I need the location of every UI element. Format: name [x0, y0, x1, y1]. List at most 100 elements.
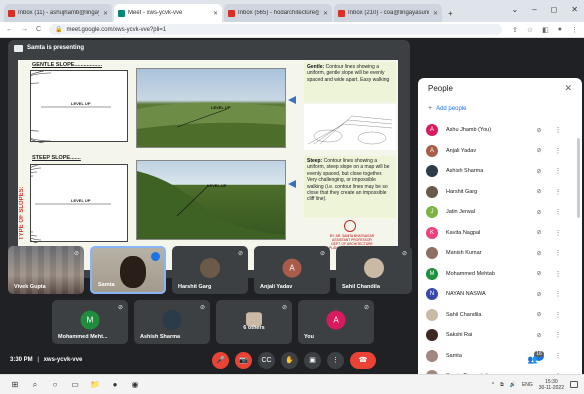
- participant-list-item[interactable]: Sahil Chandila ⊘ ⋮: [426, 306, 574, 324]
- participant-name: Sahil Chandila: [446, 311, 482, 318]
- browser-tab[interactable]: Meet - xws-ycvk-vve ✕: [114, 4, 222, 22]
- more-options-icon[interactable]: ⋮: [552, 270, 564, 278]
- participant-avatar: M: [426, 267, 438, 280]
- participant-tile[interactable]: Samta: [90, 246, 166, 294]
- participant-tile[interactable]: M ⊘ Mohammed Meht...: [52, 300, 128, 344]
- present-button[interactable]: ▣: [304, 351, 321, 369]
- participant-tile[interactable]: A ⊘ Anjali Yadav: [254, 246, 330, 294]
- participant-tile[interactable]: ⊘ Sahil Chandila: [336, 246, 412, 294]
- people-icon[interactable]: 👥 16: [528, 350, 544, 366]
- people-scrollbar[interactable]: [577, 138, 580, 218]
- add-people-button[interactable]: + Add people: [428, 105, 466, 112]
- tray-expand-icon[interactable]: ^: [492, 382, 494, 388]
- muted-mic-icon[interactable]: ⊘: [532, 332, 546, 339]
- camera-button[interactable]: 📷: [235, 351, 252, 369]
- participant-tile[interactable]: ⊘ Harshit Garg: [172, 246, 248, 294]
- close-window-icon[interactable]: ✕: [571, 5, 578, 14]
- more-options-icon[interactable]: ⋮: [552, 208, 564, 216]
- minimize-icon[interactable]: –: [532, 5, 536, 14]
- muted-mic-icon[interactable]: ⊘: [532, 188, 546, 195]
- search-icon[interactable]: ⌕: [30, 380, 40, 390]
- muted-mic-icon[interactable]: ⊘: [532, 209, 546, 216]
- back-icon[interactable]: ←: [6, 26, 13, 33]
- participant-list-item[interactable]: Ashish Sharma ⊘ ⋮: [426, 162, 574, 180]
- participant-list-item[interactable]: A Ashu Jhamb (You) ⊘ ⋮: [426, 121, 574, 139]
- participant-tile[interactable]: A ⊘ You: [298, 300, 374, 344]
- more-options-icon[interactable]: ⋮: [552, 229, 564, 237]
- leave-call-button[interactable]: ☎: [350, 351, 376, 369]
- profile-icon[interactable]: ●: [558, 26, 562, 34]
- language-indicator[interactable]: ENG: [522, 382, 533, 388]
- menu-icon[interactable]: ⋮: [571, 26, 578, 34]
- muted-mic-icon[interactable]: ⊘: [532, 291, 546, 298]
- participant-avatar: K: [426, 226, 438, 239]
- gentle-3d-sketch: [304, 104, 396, 150]
- more-options-icon[interactable]: ⋮: [552, 126, 564, 134]
- participant-list-item[interactable]: M Mohammed Mehtab ⊘ ⋮: [426, 265, 574, 283]
- share-icon[interactable]: ⇪: [512, 26, 518, 34]
- chat-icon[interactable]: ☷: [550, 355, 557, 366]
- start-icon[interactable]: ⊞: [10, 380, 20, 390]
- muted-mic-icon: ⊘: [319, 251, 325, 257]
- reload-icon[interactable]: C: [36, 26, 41, 33]
- activities-icon[interactable]: ⬡: [569, 355, 576, 366]
- tab-close-icon[interactable]: ✕: [433, 10, 438, 17]
- bookmark-star-icon[interactable]: ☆: [527, 26, 533, 34]
- more-options-icon[interactable]: ⋮: [552, 331, 564, 339]
- more-options-icon[interactable]: ⋮: [552, 290, 564, 298]
- volume-icon[interactable]: 🔊: [510, 382, 516, 388]
- muted-mic-icon[interactable]: ⊘: [532, 127, 546, 134]
- browser-tab[interactable]: Inbox (210) - coa@lingayasuniv ✕: [334, 4, 442, 22]
- taskbar-icons: ⊞ ⌕ ○ ▭ 📁 ● ◉: [0, 380, 140, 390]
- tab-close-icon[interactable]: ✕: [213, 10, 218, 17]
- add-people-label: Add people: [436, 105, 467, 112]
- muted-mic-icon[interactable]: ⊘: [532, 168, 546, 175]
- more-options-icon[interactable]: ⋮: [552, 311, 564, 319]
- captions-button[interactable]: CC: [258, 351, 275, 369]
- participant-list-item[interactable]: J Jatin Jerwal ⊘ ⋮: [426, 203, 574, 221]
- extensions-icon[interactable]: ◧: [542, 26, 549, 34]
- participant-tile[interactable]: ⊘ Ashish Sharma: [134, 300, 210, 344]
- more-options-icon[interactable]: ⋮: [552, 188, 564, 196]
- tab-close-icon[interactable]: ✕: [323, 10, 328, 17]
- cortana-icon[interactable]: ○: [50, 380, 60, 390]
- tab-search-icon[interactable]: ⌄: [512, 5, 519, 14]
- participant-list-item[interactable]: K Kavita Nagpal ⊘ ⋮: [426, 224, 574, 242]
- task-view-icon[interactable]: ▭: [70, 380, 80, 390]
- chrome-icon[interactable]: ●: [110, 380, 120, 390]
- maximize-icon[interactable]: ◻: [551, 5, 558, 14]
- muted-mic-icon[interactable]: ⊘: [532, 311, 546, 318]
- close-icon[interactable]: ✕: [564, 83, 572, 94]
- participant-list-item[interactable]: Manish Kumar ⊘ ⋮: [426, 244, 574, 262]
- participant-list-item[interactable]: A Anjali Yadav ⊘ ⋮: [426, 142, 574, 160]
- participant-tile[interactable]: ⊘ 6 others: [216, 300, 292, 344]
- microphone-button[interactable]: 🎤: [212, 351, 229, 369]
- raise-hand-button[interactable]: ✋: [281, 351, 298, 369]
- app-icon[interactable]: ◉: [130, 380, 140, 390]
- taskbar-clock[interactable]: 15:30 30-11-2022: [539, 379, 564, 391]
- forward-icon[interactable]: →: [21, 26, 28, 33]
- more-options-icon[interactable]: ⋮: [552, 249, 564, 257]
- more-options-button[interactable]: ⋮: [327, 351, 344, 369]
- browser-tab[interactable]: Inbox (565) - hodarchitecture@ ✕: [224, 4, 332, 22]
- more-options-icon[interactable]: ⋮: [552, 147, 564, 155]
- participant-list-item[interactable]: N NAYAN NASWA ⊘ ⋮: [426, 285, 574, 303]
- muted-mic-icon[interactable]: ⊘: [532, 270, 546, 277]
- more-options-icon[interactable]: ⋮: [552, 167, 564, 175]
- muted-mic-icon[interactable]: ⊘: [532, 147, 546, 154]
- browser-tab[interactable]: Inbox (11) - ashujhamb@lingayas ✕: [4, 4, 112, 22]
- participant-tile[interactable]: ⊘ Vivek Gupta: [8, 246, 84, 294]
- file-explorer-icon[interactable]: 📁: [90, 380, 100, 390]
- participant-list-item[interactable]: Sakshi Rai ⊘ ⋮: [426, 326, 574, 344]
- muted-mic-icon[interactable]: ⊘: [532, 250, 546, 257]
- network-icon[interactable]: ⧉: [500, 382, 504, 388]
- meeting-details-icon[interactable]: ⓘ: [508, 355, 516, 366]
- participant-list-item[interactable]: Harshit Garg ⊘ ⋮: [426, 183, 574, 201]
- url-field[interactable]: 🔒 meet.google.com/xws-ycvk-vve?pli=1: [49, 24, 502, 35]
- gentle-level-label: LEVEL UP: [71, 101, 91, 106]
- people-title: People: [428, 84, 453, 93]
- notifications-icon[interactable]: [570, 381, 578, 388]
- tab-close-icon[interactable]: ✕: [103, 10, 108, 17]
- muted-mic-icon[interactable]: ⊘: [532, 229, 546, 236]
- new-tab-button[interactable]: +: [444, 4, 457, 22]
